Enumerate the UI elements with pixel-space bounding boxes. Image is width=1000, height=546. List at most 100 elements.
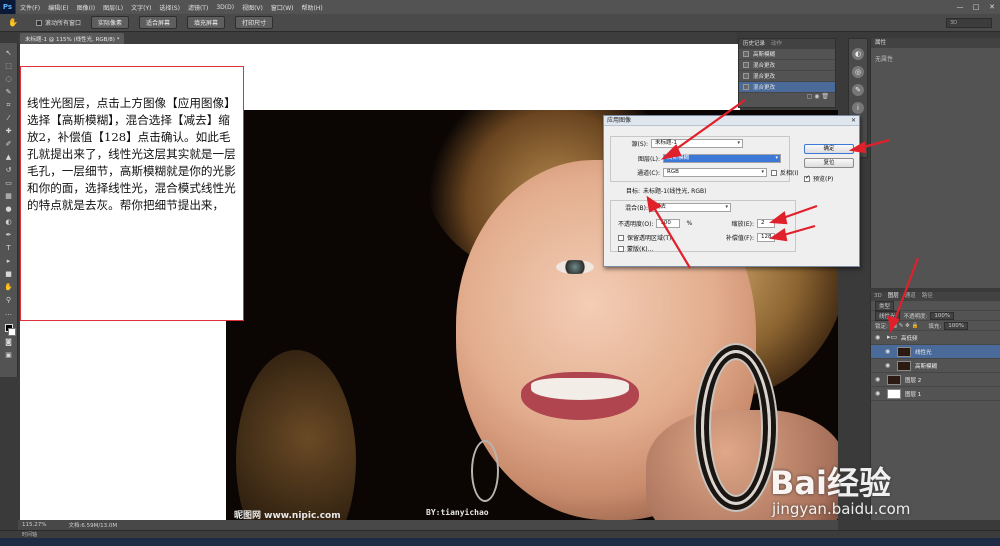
- quick-mask-icon[interactable]: ◙: [4, 338, 14, 347]
- brush-tool-icon[interactable]: ✐: [4, 140, 14, 149]
- pen-tool-icon[interactable]: ✒: [4, 231, 14, 240]
- visibility-eye-icon[interactable]: ◉: [875, 334, 883, 341]
- visibility-eye-icon[interactable]: ◉: [875, 376, 883, 383]
- eyedropper-tool-icon[interactable]: ⁄: [4, 114, 14, 123]
- layer-item-selected[interactable]: ◉ 线性光: [871, 345, 1000, 359]
- layer-group[interactable]: ◉ ▸▭ 高低频: [871, 331, 1000, 345]
- preserve-transparency-checkbox[interactable]: 保留透明区域(T): [618, 233, 671, 242]
- close-button[interactable]: ✕: [984, 3, 1000, 11]
- layer-opacity-input[interactable]: 100%: [930, 311, 955, 320]
- quick-select-tool-icon[interactable]: ✎: [4, 88, 14, 97]
- move-tool-icon[interactable]: ↖: [4, 49, 14, 58]
- ok-button[interactable]: 确定: [804, 144, 854, 154]
- blur-tool-icon[interactable]: ●: [4, 205, 14, 214]
- history-state[interactable]: 混合更改: [739, 60, 835, 71]
- fill-screen-button[interactable]: 填充屏幕: [187, 16, 226, 29]
- dodge-tool-icon[interactable]: ◐: [4, 218, 14, 227]
- zoom-level[interactable]: 115.27%: [22, 522, 46, 528]
- offset-label: 补偿值(F):: [725, 235, 754, 242]
- type-tool-icon[interactable]: T: [4, 244, 14, 253]
- scroll-all-windows-checkbox[interactable]: 滚动所有窗口: [36, 18, 81, 27]
- preview-checkbox[interactable]: 预览(P): [804, 174, 833, 183]
- dialog-close-icon[interactable]: ✕: [851, 117, 856, 124]
- layer-item[interactable]: ◉ 图层 2: [871, 373, 1000, 387]
- minimize-button[interactable]: —: [952, 3, 968, 11]
- channel-label: 通道(C):: [637, 170, 660, 177]
- maximize-button[interactable]: □: [968, 3, 984, 11]
- info-icon[interactable]: i: [852, 102, 864, 114]
- status-bar: 115.27% 文档:6.59M/13.0M: [18, 520, 838, 530]
- layer-item[interactable]: ◉ 高斯模糊: [871, 359, 1000, 373]
- menu-image[interactable]: 图像(I): [73, 3, 99, 12]
- blend-mode-select[interactable]: 减去 ▾: [651, 203, 731, 212]
- eraser-tool-icon[interactable]: ▭: [4, 179, 14, 188]
- fill-label: 填充:: [928, 323, 942, 330]
- channel-select[interactable]: RGB ▾: [663, 168, 767, 177]
- menu-file[interactable]: 文件(F): [16, 3, 44, 12]
- layer-filter-row: 类型: [871, 300, 1000, 311]
- layer-select[interactable]: 高斯模糊 ▾: [663, 154, 781, 163]
- visibility-eye-icon[interactable]: ◉: [875, 390, 883, 397]
- layer-fill-input[interactable]: 100%: [944, 321, 968, 330]
- tab-history[interactable]: 历史记录: [743, 39, 765, 49]
- offset-input[interactable]: 128: [757, 233, 775, 242]
- menu-layer[interactable]: 图层(L): [99, 3, 127, 12]
- layer-blend-mode-select[interactable]: 线性光: [875, 310, 900, 321]
- gradient-tool-icon[interactable]: ▦: [4, 192, 14, 201]
- actual-pixels-button[interactable]: 实际像素: [91, 16, 130, 29]
- tab-paths[interactable]: 路径: [922, 292, 933, 301]
- menu-window[interactable]: 窗口(W): [267, 3, 298, 12]
- timeline-panel-tab[interactable]: 时间轴: [0, 530, 1000, 538]
- document-tab[interactable]: 未标题-1 @ 115% (线性光, RGB/8) *: [20, 33, 125, 44]
- lasso-tool-icon[interactable]: ◌: [4, 75, 14, 84]
- workspace-select[interactable]: 3D: [946, 17, 992, 28]
- fit-screen-button[interactable]: 适合屏幕: [139, 16, 178, 29]
- mask-checkbox[interactable]: 蒙版(K)...: [618, 244, 653, 253]
- opacity-input[interactable]: 100: [656, 219, 681, 228]
- crop-tool-icon[interactable]: ⌗: [4, 101, 14, 110]
- tab-channels[interactable]: 通道: [905, 292, 916, 301]
- more-tools-icon[interactable]: …: [4, 309, 14, 318]
- tools-panel: ↖ ⬚ ◌ ✎ ⌗ ⁄ ✚ ✐ ▲ ↺ ▭ ▦ ● ◐ ✒ T ▸ ■ ✋ ⚲ …: [0, 43, 18, 377]
- history-state[interactable]: 混合更改: [739, 71, 835, 82]
- healing-tool-icon[interactable]: ✚: [4, 127, 14, 136]
- brush-preset-icon[interactable]: ✎: [852, 84, 864, 96]
- shape-tool-icon[interactable]: ■: [4, 270, 14, 279]
- tab-actions[interactable]: 动作: [771, 39, 782, 49]
- menu-view[interactable]: 视图(V): [238, 3, 267, 12]
- hand-tool-icon[interactable]: ✋: [8, 18, 22, 27]
- history-footer-icons[interactable]: ▢ ◉ 🗑: [739, 93, 835, 101]
- layer-kind-filter[interactable]: 类型: [875, 300, 895, 311]
- background-color-swatch[interactable]: [7, 328, 16, 336]
- layer-item[interactable]: ◉ 图层 1: [871, 387, 1000, 401]
- navigator-icon[interactable]: ◎: [852, 66, 864, 78]
- stamp-tool-icon[interactable]: ▲: [4, 153, 14, 162]
- adjust-icon[interactable]: ◐: [852, 48, 864, 60]
- history-state[interactable]: 高斯模糊: [739, 49, 835, 60]
- history-state-current[interactable]: 混合更改: [739, 82, 835, 93]
- history-brush-icon[interactable]: ↺: [4, 166, 14, 175]
- zoom-tool-icon[interactable]: ⚲: [4, 296, 14, 305]
- menu-edit[interactable]: 编辑(E): [44, 3, 72, 12]
- hand-tool-icon-2[interactable]: ✋: [4, 283, 14, 292]
- menu-3d[interactable]: 3D(D): [212, 4, 238, 11]
- layer-name: 线性光: [915, 349, 932, 356]
- visibility-eye-icon[interactable]: ◉: [885, 348, 893, 355]
- screen-mode-icon[interactable]: ▣: [4, 351, 14, 360]
- path-select-icon[interactable]: ▸: [4, 257, 14, 266]
- instruction-text: 线性光图层，点击上方图像【应用图像】选择【高斯模糊】，混合选择【减去】缩放2，补…: [27, 96, 236, 212]
- menu-select[interactable]: 选择(S): [155, 3, 184, 12]
- scale-input[interactable]: 2: [757, 219, 775, 228]
- source-select[interactable]: 未标题-1 ▾: [651, 139, 743, 148]
- menu-help[interactable]: 帮助(H): [298, 3, 327, 12]
- menu-filter[interactable]: 滤镜(T): [184, 3, 212, 12]
- visibility-eye-icon[interactable]: ◉: [885, 362, 893, 369]
- target-label: 目标:: [626, 188, 641, 195]
- reset-button[interactable]: 复位: [804, 158, 854, 168]
- photo-author: BY:tianyichao: [426, 508, 489, 517]
- marquee-tool-icon[interactable]: ⬚: [4, 62, 14, 71]
- lock-icons[interactable]: ▦ ✎ ✥ 🔒: [892, 323, 919, 329]
- print-size-button[interactable]: 打印尺寸: [235, 16, 274, 29]
- invert-checkbox[interactable]: 反相(I): [771, 168, 798, 177]
- menu-type[interactable]: 文字(Y): [127, 3, 155, 12]
